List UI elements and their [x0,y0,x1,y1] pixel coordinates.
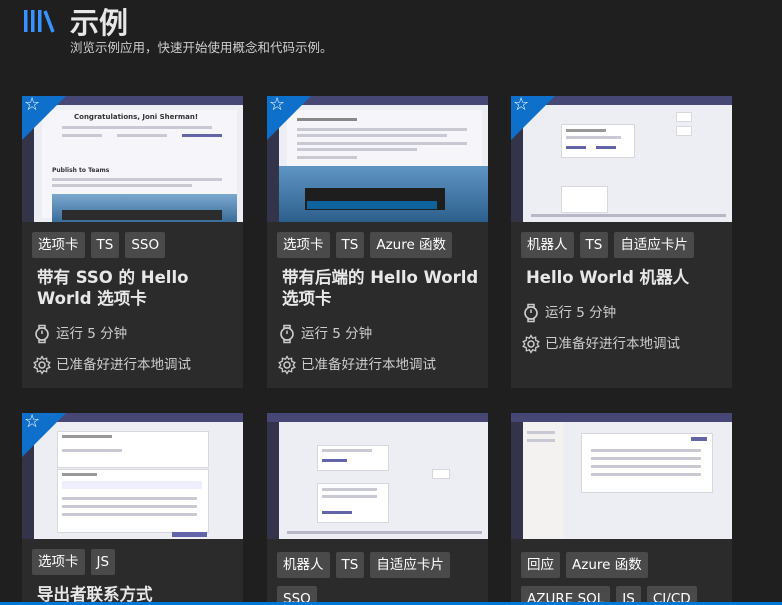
debug-label: 已准备好进行本地调试 [545,336,680,352]
page-title: 示例 [70,6,129,40]
tag: TS [579,232,609,258]
tag: 机器人 [521,232,574,258]
sample-card-hello-world-tab-backend[interactable]: ☆ 选项卡 TS Azure 函数 带有后端的 Hello World 选项卡 运行… [267,96,488,388]
card-tags: 机器人 TS 自适应卡片 [521,232,700,260]
sample-card-export-contacts[interactable]: ☆ 选项卡 JS 导出者联系方式 [22,413,243,605]
gear-icon [277,355,297,375]
tag: 选项卡 [32,232,85,258]
tag: JS [90,549,116,575]
card-thumbnail [511,413,732,539]
tag: 选项卡 [277,232,330,258]
card-title: Hello World 机器人 [526,268,690,287]
card-tags: 机器人 TS 自适应卡片SSO [277,547,482,605]
debug-row: 已准备好进行本地调试 [32,355,191,375]
star-icon: ☆ [24,413,41,432]
tag: 自适应卡片 [370,552,450,578]
tag: 机器人 [277,552,330,578]
page-subtitle: 浏览示例应用，快速开始使用概念和代码示例。 [70,40,333,55]
run-time-row: 运行 5 分钟 [521,303,616,323]
run-time-label: 运行 5 分钟 [56,326,128,342]
sample-card-hello-world-bot[interactable]: ☆ 机器人 TS 自适应卡片 Hello World 机器人 运行 5 分钟 已准备… [511,96,732,388]
sample-card-response-azure[interactable]: 回应 Azure 函数AZURE SQL JS CI/CD [511,413,732,605]
tag: 选项卡 [32,549,85,575]
stopwatch-icon [277,324,297,344]
star-icon: ☆ [513,96,530,115]
tag: Azure 函数 [370,232,453,258]
debug-label: 已准备好进行本地调试 [56,357,191,373]
tag: TS [90,232,120,258]
stopwatch-icon [32,324,52,344]
tag: SSO [125,232,166,258]
gear-icon [521,334,541,354]
tag: 自适应卡片 [614,232,694,258]
thumbnail-section: Publish to Teams [52,167,110,174]
card-title: 带有后端的 Hello World 选项卡 [282,268,479,308]
star-icon: ☆ [24,96,41,115]
card-tags: 回应 Azure 函数AZURE SQL JS CI/CD [521,547,731,605]
tag: TS [335,552,365,578]
sample-card-bot-adaptive-card-sso[interactable]: 机器人 TS 自适应卡片SSO [267,413,488,605]
tag: 回应 [521,552,560,578]
tag: Azure 函数 [566,552,648,578]
card-tags: 选项卡 JS [32,549,121,577]
sample-card-hello-world-sso-tab[interactable]: Congratulations, Joni Sherman! Publish t… [22,96,243,388]
card-tags: 选项卡 TS Azure 函数 [277,232,458,260]
debug-row: 已准备好进行本地调试 [521,334,680,354]
library-icon [22,6,56,36]
run-time-label: 运行 5 分钟 [545,305,617,321]
card-thumbnail [267,413,488,539]
card-title: 带有 SSO 的 Hello World 选项卡 [37,268,189,308]
thumbnail-heading: Congratulations, Joni Sherman! [74,113,199,121]
run-time-row: 运行 5 分钟 [277,324,372,344]
run-time-label: 运行 5 分钟 [301,326,373,342]
tag: TS [335,232,365,258]
samples-header: 示例 浏览示例应用，快速开始使用概念和代码示例。 [22,2,762,58]
stopwatch-icon [521,303,541,323]
star-icon: ☆ [269,96,286,115]
debug-label: 已准备好进行本地调试 [301,357,436,373]
card-tags: 选项卡 TS SSO [32,232,171,260]
run-time-row: 运行 5 分钟 [32,324,127,344]
gear-icon [32,355,52,375]
debug-row: 已准备好进行本地调试 [277,355,436,375]
